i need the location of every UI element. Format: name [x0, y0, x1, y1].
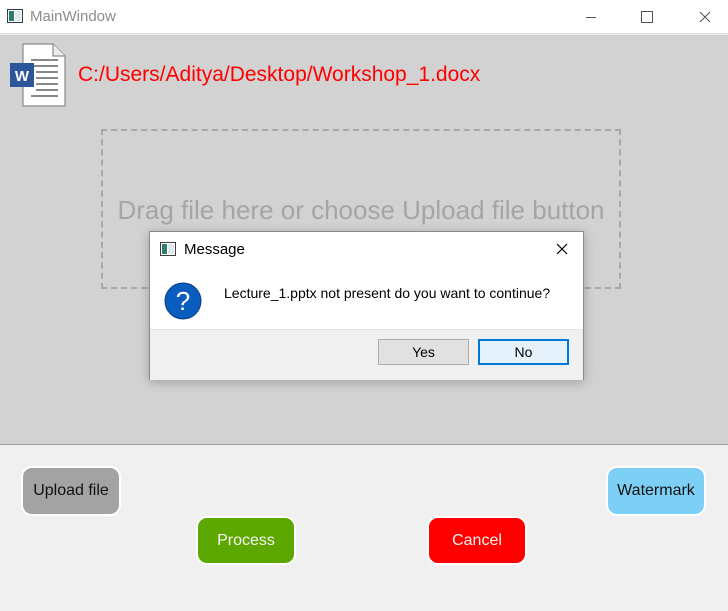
close-button[interactable]: [682, 0, 728, 34]
minimize-icon: [586, 17, 596, 18]
app-window-icon: [7, 9, 23, 23]
main-window-titlebar: MainWindow: [0, 0, 728, 34]
dialog-button-bar: Yes No: [150, 329, 583, 380]
upload-file-button[interactable]: Upload file: [21, 466, 121, 516]
dialog-message: Lecture_1.pptx not present do you want t…: [224, 285, 551, 301]
window-title: MainWindow: [30, 8, 116, 25]
question-icon: ?: [164, 282, 202, 320]
yes-button[interactable]: Yes: [378, 339, 469, 365]
dialog-close-button[interactable]: [546, 236, 578, 262]
cancel-button[interactable]: Cancel: [427, 516, 527, 565]
maximize-button[interactable]: [624, 0, 670, 34]
no-button[interactable]: No: [478, 339, 569, 365]
svg-text:W: W: [15, 68, 30, 85]
watermark-button[interactable]: Watermark: [606, 466, 706, 516]
svg-text:?: ?: [176, 286, 190, 316]
close-icon: [556, 243, 568, 255]
dialog-title: Message: [184, 241, 245, 258]
dialog-titlebar: Message: [150, 232, 583, 266]
message-dialog: Message ? Lecture_1.pptx not present do …: [149, 231, 584, 380]
minimize-button[interactable]: [568, 0, 614, 34]
app-window-icon: [160, 242, 176, 256]
word-document-icon: W: [10, 43, 66, 107]
drop-zone-text: Drag file here or choose Upload file but…: [117, 195, 605, 225]
close-icon: [699, 11, 711, 23]
file-path-label: C:/Users/Aditya/Desktop/Workshop_1.docx: [78, 63, 481, 86]
process-button[interactable]: Process: [196, 516, 296, 565]
maximize-icon: [641, 11, 653, 23]
